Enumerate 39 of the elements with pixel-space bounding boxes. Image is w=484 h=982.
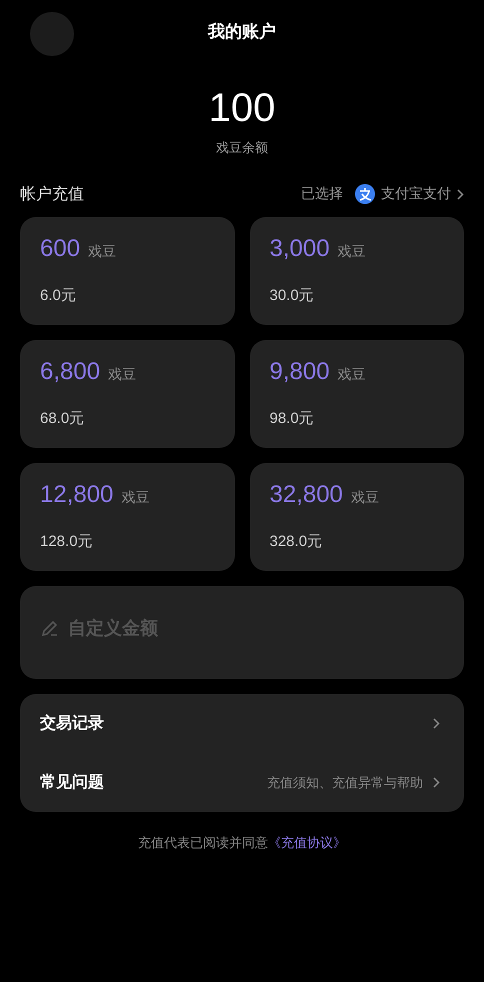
section-title: 帐户充值: [20, 184, 84, 204]
package-card[interactable]: 9,800 戏豆 98.0元: [250, 340, 464, 448]
bean-unit: 戏豆: [108, 366, 136, 384]
payment-method-selector[interactable]: 已选择 支付宝支付: [301, 184, 464, 204]
package-price: 98.0元: [270, 409, 315, 428]
package-card[interactable]: 3,000 戏豆 30.0元: [250, 217, 464, 325]
bean-amount: 600: [40, 235, 80, 263]
chevron-right-icon: [433, 718, 440, 729]
package-price: 6.0元: [40, 286, 77, 305]
package-card[interactable]: 6,800 戏豆 68.0元: [20, 340, 234, 448]
bean-amount: 3,000: [270, 235, 330, 263]
chevron-right-icon: [457, 188, 464, 200]
bean-amount: 6,800: [40, 358, 100, 386]
bean-amount: 9,800: [270, 358, 330, 386]
payment-logo-icon: [355, 184, 375, 204]
bean-unit: 戏豆: [350, 489, 379, 507]
package-price: 68.0元: [40, 409, 86, 428]
package-price: 128.0元: [40, 532, 94, 551]
bean-unit: 戏豆: [88, 243, 116, 261]
menu-row[interactable]: 交易记录: [40, 694, 440, 753]
bean-amount: 32,800: [270, 481, 343, 509]
package-card[interactable]: 12,800 戏豆 128.0元: [20, 463, 234, 571]
bean-unit: 戏豆: [338, 243, 366, 261]
bean-unit: 戏豆: [121, 489, 150, 507]
chevron-right-icon: [433, 777, 440, 788]
package-card[interactable]: 32,800 戏豆 328.0元: [250, 463, 464, 571]
menu-row[interactable]: 常见问题 充值须知、充值异常与帮助: [40, 753, 440, 812]
package-price: 328.0元: [270, 532, 324, 551]
page-title: 我的账户: [208, 20, 276, 42]
package-price: 30.0元: [270, 286, 315, 305]
back-button[interactable]: [30, 12, 74, 56]
agreement-link[interactable]: 《充值协议》: [268, 836, 346, 851]
bean-amount: 12,800: [40, 481, 114, 509]
balance-amount: 100: [208, 86, 276, 131]
package-card[interactable]: 600 戏豆 6.0元: [20, 217, 234, 325]
bean-unit: 戏豆: [338, 366, 366, 384]
pencil-icon: [40, 618, 60, 638]
agreement-text: 充值代表已阅读并同意《充值协议》: [137, 835, 347, 852]
balance-label: 戏豆余额: [216, 140, 268, 157]
